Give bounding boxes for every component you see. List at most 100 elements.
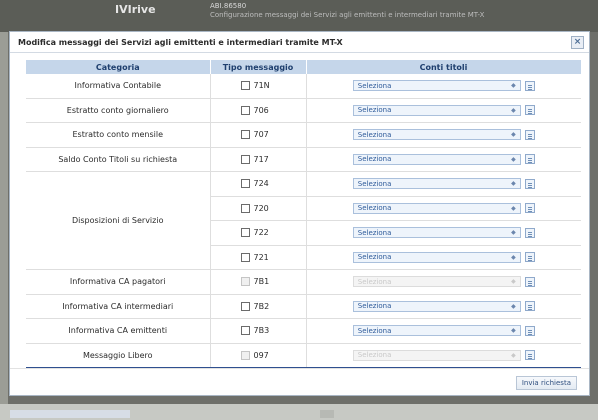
tipo-cell: 7B1 (210, 269, 307, 295)
select-arrow-icon: ◆ (511, 229, 516, 237)
conti-cell: Seleziona ◆ (306, 196, 581, 221)
table-row: Informativa CA intermediari 7B2 Selezion… (26, 294, 581, 319)
dialog-title: Modifica messaggi dei Servizi agli emitt… (10, 32, 589, 53)
tipo-cell: 722 (210, 220, 307, 246)
page-left-edge (0, 32, 8, 417)
conti-select[interactable]: Seleziona ◆ (352, 251, 521, 263)
message-code: 7B3 (253, 326, 270, 336)
conti-cell: Seleziona ◆ (306, 343, 581, 369)
message-checkbox[interactable] (240, 228, 250, 238)
message-checkbox[interactable] (240, 81, 250, 91)
category-cell: Informativa CA emittenti (26, 318, 211, 344)
list-icon[interactable] (524, 203, 535, 214)
conti-select[interactable]: Seleziona ◆ (352, 202, 521, 214)
select-label: Seleziona (357, 253, 392, 262)
select-label: Seleziona (357, 351, 392, 360)
message-checkbox[interactable] (240, 154, 250, 164)
conti-cell: Seleziona ◆ (306, 220, 581, 246)
list-icon[interactable] (524, 276, 535, 287)
list-icon[interactable] (524, 350, 535, 361)
table-row: Informativa CA pagatori 7B1 Seleziona ◆ (26, 269, 581, 295)
conti-cell: Seleziona ◆ (306, 171, 581, 197)
conti-select[interactable]: Seleziona ◆ (352, 153, 521, 165)
message-checkbox[interactable] (240, 252, 250, 262)
app-logo: IVIrive (115, 3, 156, 16)
select-arrow-icon: ◆ (511, 180, 516, 188)
tipo-cell: 7B2 (210, 294, 307, 319)
message-checkbox[interactable] (240, 130, 250, 140)
conti-select[interactable]: Seleziona ◆ (352, 129, 521, 141)
select-arrow-icon: ◆ (511, 253, 516, 261)
select-label: Seleziona (357, 326, 392, 335)
category-cell: Estratto conto giornaliero (26, 98, 211, 123)
conti-cell: Seleziona ◆ (306, 318, 581, 344)
message-checkbox[interactable] (240, 105, 250, 115)
select-arrow-icon: ◆ (511, 278, 516, 286)
category-cell: Informativa CA pagatori (26, 269, 211, 295)
select-label: Seleziona (357, 155, 392, 164)
select-arrow-icon: ◆ (511, 204, 516, 212)
conti-select[interactable]: Seleziona ◆ (352, 178, 521, 190)
message-code: 7B2 (253, 301, 270, 311)
list-icon[interactable] (524, 129, 535, 140)
message-checkbox-disabled (240, 350, 250, 360)
list-icon[interactable] (524, 252, 535, 263)
table-row: Messaggio Libero 097 Seleziona ◆ (26, 343, 581, 369)
conti-select[interactable]: Seleziona ◆ (352, 300, 521, 312)
list-icon[interactable] (524, 227, 535, 238)
tipo-cell: 7B3 (210, 318, 307, 344)
message-code: 097 (253, 350, 269, 360)
list-icon[interactable] (524, 178, 535, 189)
message-code: 717 (253, 154, 269, 164)
message-code: 71N (253, 81, 270, 91)
select-arrow-icon: ◆ (511, 302, 516, 310)
select-arrow-icon: ◆ (511, 106, 516, 114)
tipo-cell: 717 (210, 147, 307, 172)
conti-select[interactable]: Seleziona ◆ (352, 80, 521, 92)
header-info: ABI.86580 Configurazione messaggi dei Se… (210, 2, 484, 20)
message-checkbox[interactable] (240, 203, 250, 213)
page-bottom-bar (0, 404, 598, 420)
column-header-tipo: Tipo messaggio (210, 60, 307, 74)
category-cell: Informativa Contabile (26, 74, 211, 99)
conti-select[interactable]: Seleziona ◆ (352, 325, 521, 337)
list-icon[interactable] (524, 325, 535, 336)
category-cell: Saldo Conto Titoli su richiesta (26, 147, 211, 172)
table-row: Estratto conto mensile 707 Seleziona ◆ (26, 122, 581, 148)
close-icon[interactable]: × (571, 36, 584, 49)
column-header-categoria: Categoria (26, 60, 211, 74)
message-checkbox[interactable] (240, 179, 250, 189)
list-icon[interactable] (524, 154, 535, 165)
message-code: 722 (253, 228, 269, 238)
select-label: Seleziona (357, 204, 392, 213)
conti-select[interactable]: Seleziona ◆ (352, 104, 521, 116)
conti-cell: Seleziona ◆ (306, 245, 581, 270)
message-checkbox[interactable] (240, 301, 250, 311)
column-header-conti: Conti titoli (306, 60, 582, 74)
list-icon[interactable] (524, 80, 535, 91)
list-icon[interactable] (524, 301, 535, 312)
select-label: Seleziona (357, 277, 392, 286)
conti-cell: Seleziona ◆ (306, 294, 581, 319)
conti-cell: Seleziona ◆ (306, 122, 581, 148)
select-label: Seleziona (357, 130, 392, 139)
tipo-cell: 724 (210, 171, 307, 197)
conti-select[interactable]: Seleziona ◆ (352, 227, 521, 239)
bottom-bar-block (10, 410, 130, 418)
table-row: Disposizioni di Servizio 724 Seleziona ◆ (26, 171, 581, 270)
modal-dialog: Modifica messaggi dei Servizi agli emitt… (9, 31, 590, 396)
category-cell: Messaggio Libero (26, 343, 211, 369)
table-row: Informativa Contabile 71N Seleziona ◆ (26, 74, 581, 99)
message-checkbox[interactable] (240, 326, 250, 336)
select-label: Seleziona (357, 81, 392, 90)
list-icon[interactable] (524, 105, 535, 116)
conti-cell: Seleziona ◆ (306, 147, 581, 172)
select-arrow-icon: ◆ (511, 82, 516, 90)
select-label: Seleziona (357, 302, 392, 311)
conti-cell: Seleziona ◆ (306, 74, 581, 99)
message-code: 724 (253, 179, 269, 189)
page-subtitle: Configurazione messaggi dei Servizi agli… (210, 11, 485, 19)
tipo-cell: 720 (210, 196, 307, 221)
bottom-bar-handle (320, 410, 334, 418)
invia-richiesta-button[interactable]: Invia richiesta (515, 376, 577, 390)
